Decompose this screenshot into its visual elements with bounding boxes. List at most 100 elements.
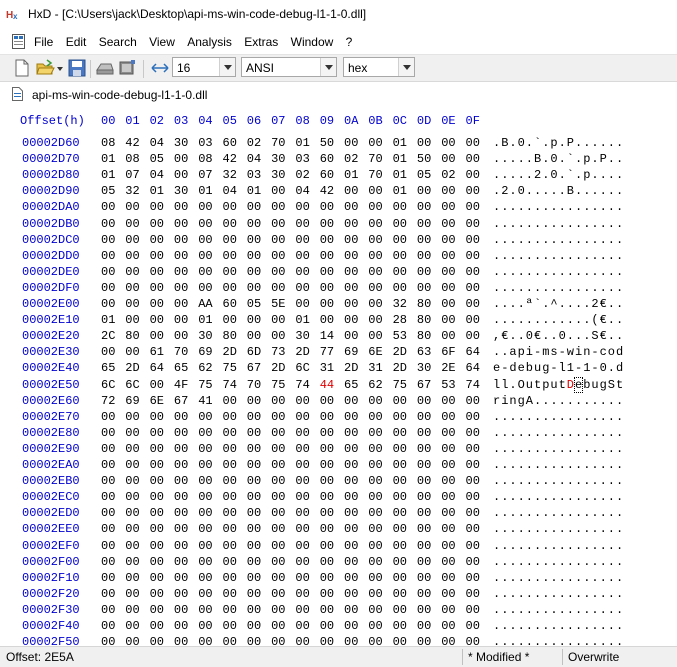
hex-byte[interactable]: 00: [101, 555, 115, 569]
ascii-char[interactable]: .: [509, 168, 516, 182]
dropdown-icon[interactable]: [55, 58, 65, 78]
ascii-char[interactable]: .: [550, 458, 557, 472]
ascii-char[interactable]: .: [542, 281, 549, 295]
ascii-char[interactable]: .: [542, 329, 549, 343]
ascii-char[interactable]: .: [600, 136, 607, 150]
hex-byte[interactable]: 00: [466, 394, 480, 408]
ascii-char[interactable]: 2: [534, 168, 541, 182]
hex-byte[interactable]: 00: [295, 265, 309, 279]
hex-byte[interactable]: 00: [466, 168, 480, 182]
hex-row[interactable]: 00002E90 00 00 00 00 00 00 00 00 00 00 00 00 00 00 00 00…: [0, 442, 677, 458]
ascii-char[interactable]: .: [518, 603, 525, 617]
hex-byte[interactable]: 00: [417, 394, 431, 408]
hex-byte[interactable]: 00: [174, 490, 188, 504]
hex-byte[interactable]: 00: [198, 249, 212, 263]
hex-byte[interactable]: 80: [417, 313, 431, 327]
hex-byte[interactable]: 00: [393, 490, 407, 504]
ascii-char[interactable]: .: [501, 635, 508, 646]
ascii-char[interactable]: .: [591, 217, 598, 231]
hex-byte[interactable]: 00: [295, 233, 309, 247]
ascii-char[interactable]: i: [501, 394, 508, 408]
hex-byte[interactable]: 00: [247, 200, 261, 214]
ascii-char[interactable]: .: [616, 490, 623, 504]
hex-byte[interactable]: 00: [441, 313, 455, 327]
ascii-char[interactable]: .: [583, 442, 590, 456]
ascii-char[interactable]: .: [591, 136, 598, 150]
ascii-char[interactable]: .: [591, 281, 598, 295]
hex-byte[interactable]: 00: [466, 426, 480, 440]
hex-byte[interactable]: 00: [271, 394, 285, 408]
ascii-char[interactable]: .: [501, 152, 508, 166]
ascii-char[interactable]: g: [600, 378, 607, 392]
hex-byte[interactable]: 61: [150, 345, 164, 359]
hex-byte[interactable]: 6D: [247, 345, 261, 359]
hex-byte[interactable]: 00: [174, 265, 188, 279]
ascii-char[interactable]: .: [526, 539, 533, 553]
ascii-char[interactable]: p: [518, 345, 525, 359]
ascii-char[interactable]: -: [501, 361, 508, 375]
hex-byte[interactable]: 50: [417, 152, 431, 166]
ascii-char[interactable]: u: [591, 378, 598, 392]
hex-byte[interactable]: 00: [174, 281, 188, 295]
hex-row[interactable]: 00002E70 00 00 00 00 00 00 00 00 00 00 00 00 00 00 00 00…: [0, 410, 677, 426]
ascii-char[interactable]: B: [534, 152, 541, 166]
ascii-char[interactable]: A: [526, 394, 533, 408]
ascii-char[interactable]: .: [567, 281, 574, 295]
ascii-char[interactable]: .: [493, 345, 500, 359]
hex-byte[interactable]: 00: [441, 635, 455, 646]
hex-byte[interactable]: 00: [150, 458, 164, 472]
ascii-char[interactable]: .: [583, 313, 590, 327]
hex-byte[interactable]: 00: [198, 635, 212, 646]
ascii-char[interactable]: .: [542, 152, 549, 166]
hex-byte[interactable]: 00: [417, 410, 431, 424]
hex-byte[interactable]: 00: [271, 281, 285, 295]
ascii-char[interactable]: .: [501, 474, 508, 488]
ascii-char[interactable]: .: [542, 506, 549, 520]
hex-byte[interactable]: 00: [466, 522, 480, 536]
hex-byte[interactable]: 00: [441, 539, 455, 553]
hex-row[interactable]: 00002DA0 00 00 00 00 00 00 00 00 00 00 00 00 00 00 00 00…: [0, 200, 677, 216]
hex-byte[interactable]: 00: [198, 265, 212, 279]
hex-byte[interactable]: 00: [150, 329, 164, 343]
hex-byte[interactable]: 00: [466, 184, 480, 198]
ascii-char[interactable]: .: [518, 506, 525, 520]
hex-byte[interactable]: 67: [174, 394, 188, 408]
hex-row[interactable]: 00002EE0 00 00 00 00 00 00 00 00 00 00 00 00 00 00 00 00…: [0, 522, 677, 538]
ascii-char[interactable]: -: [534, 345, 541, 359]
ascii-char[interactable]: .: [600, 168, 607, 182]
hex-byte[interactable]: 00: [174, 555, 188, 569]
ascii-char[interactable]: -: [559, 345, 566, 359]
ascii-char[interactable]: .: [526, 217, 533, 231]
ascii-char[interactable]: .: [542, 555, 549, 569]
hex-byte[interactable]: 00: [393, 233, 407, 247]
hex-byte[interactable]: 01: [393, 136, 407, 150]
ascii-char[interactable]: .: [591, 265, 598, 279]
ascii-char[interactable]: .: [575, 587, 582, 601]
ascii-char[interactable]: .: [591, 233, 598, 247]
hex-byte[interactable]: 00: [368, 394, 382, 408]
ascii-char[interactable]: .: [509, 233, 516, 247]
ascii-char[interactable]: .: [600, 619, 607, 633]
ascii-char[interactable]: g: [518, 394, 525, 408]
hex-byte[interactable]: 00: [417, 555, 431, 569]
hex-byte[interactable]: 00: [271, 619, 285, 633]
hex-byte[interactable]: 42: [223, 152, 237, 166]
ascii-char[interactable]: .: [591, 442, 598, 456]
hex-byte[interactable]: 00: [174, 635, 188, 646]
hex-byte[interactable]: 00: [223, 635, 237, 646]
hex-byte[interactable]: 00: [271, 555, 285, 569]
hex-byte[interactable]: 74: [295, 378, 309, 392]
ascii-char[interactable]: .: [493, 249, 500, 263]
hex-byte[interactable]: 00: [101, 265, 115, 279]
hex-byte[interactable]: 00: [320, 249, 334, 263]
hex-byte[interactable]: 00: [344, 635, 358, 646]
ascii-char[interactable]: .: [518, 313, 525, 327]
hex-byte[interactable]: 00: [393, 506, 407, 520]
ascii-char[interactable]: .: [575, 619, 582, 633]
ascii-char[interactable]: .: [608, 490, 615, 504]
ascii-char[interactable]: `: [534, 136, 541, 150]
hex-byte[interactable]: 14: [320, 329, 334, 343]
ascii-char[interactable]: .: [526, 506, 533, 520]
ascii-char[interactable]: .: [518, 571, 525, 585]
hex-byte[interactable]: 65: [174, 361, 188, 375]
